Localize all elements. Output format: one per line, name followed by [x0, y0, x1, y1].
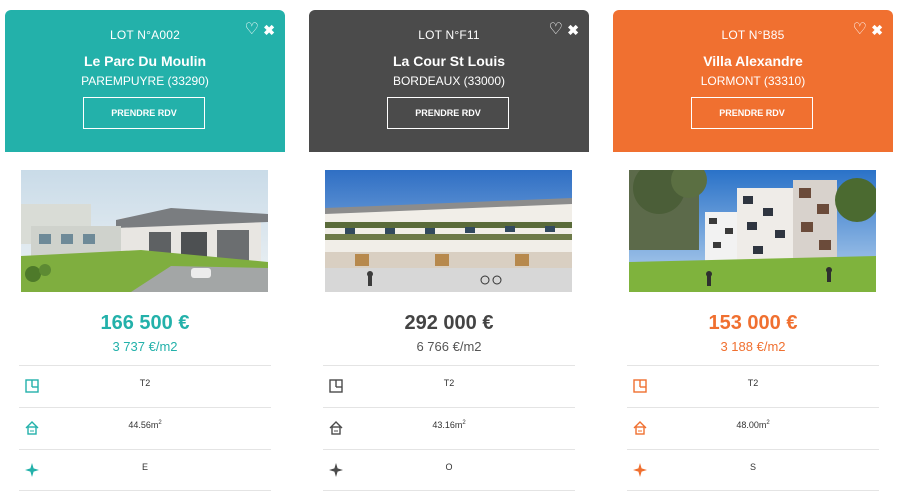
typology-row: T2 — [323, 365, 575, 406]
heart-outline-icon[interactable]: ♡ — [245, 22, 259, 38]
typology-value: T2 — [747, 378, 759, 388]
heart-outline-icon[interactable]: ♡ — [853, 22, 867, 38]
lot-card: LOT N°B85 ♡ ✖ Villa Alexandre LORMONT (3… — [613, 0, 893, 500]
property-photo[interactable] — [325, 170, 572, 292]
lot-price: 292 000 € — [404, 312, 494, 334]
orientation-value: S — [749, 462, 756, 472]
program-name: La Cour St Louis — [393, 53, 505, 69]
price-per-m2: 3 188 €/m2 — [720, 339, 786, 354]
program-city: LORMONT (33310) — [700, 74, 806, 88]
orientation-value: O — [445, 462, 453, 472]
lot-card: LOT N°A002 ♡ ✖ Le Parc Du Moulin PAREMPU… — [5, 0, 285, 500]
program-name: Le Parc Du Moulin — [83, 53, 207, 69]
surface-row: 44.56m2 — [19, 407, 271, 448]
typology-value: T2 — [443, 378, 455, 388]
surface-value: 43.16m2 — [432, 420, 466, 430]
typology-row: T2 — [19, 365, 271, 406]
property-photo[interactable] — [629, 170, 876, 292]
lot-number: LOT N°A002 — [110, 28, 180, 42]
program-name: Villa Alexandre — [703, 53, 803, 69]
book-appointment-button[interactable]: PRENDRE RDV — [691, 97, 813, 129]
lot-price: 153 000 € — [708, 312, 798, 334]
typology-row: T2 — [627, 365, 879, 406]
lot-number: LOT N°F11 — [418, 28, 480, 42]
lot-comparison: LOT N°A002 ♡ ✖ Le Parc Du Moulin PAREMPU… — [0, 0, 900, 500]
orientation-row: O — [323, 449, 575, 491]
price-per-m2: 3 737 €/m2 — [112, 339, 178, 354]
close-icon[interactable]: ✖ — [871, 22, 883, 38]
orientation-value: E — [141, 462, 148, 472]
book-appointment-button[interactable]: PRENDRE RDV — [83, 97, 205, 129]
program-city: PAREMPUYRE (33290) — [81, 74, 209, 88]
book-appointment-button[interactable]: PRENDRE RDV — [387, 97, 509, 129]
price-per-m2: 6 766 €/m2 — [416, 339, 482, 354]
lot-card: LOT N°F11 ♡ ✖ La Cour St Louis BORDEAUX … — [309, 0, 589, 500]
surface-value: 44.56m2 — [128, 420, 162, 430]
program-city: BORDEAUX (33000) — [392, 74, 506, 88]
surface-row: 48.00m2 — [627, 407, 879, 448]
surface-row: 43.16m2 — [323, 407, 575, 448]
close-icon[interactable]: ✖ — [567, 22, 579, 38]
orientation-row: E — [19, 449, 271, 491]
card-header: LOT N°F11 ♡ ✖ La Cour St Louis BORDEAUX … — [309, 10, 589, 152]
close-icon[interactable]: ✖ — [263, 22, 275, 38]
lot-number: LOT N°B85 — [721, 28, 785, 42]
card-header: LOT N°A002 ♡ ✖ Le Parc Du Moulin PAREMPU… — [5, 10, 285, 152]
orientation-row: S — [627, 449, 879, 491]
lot-price: 166 500 € — [100, 312, 190, 334]
surface-value: 48.00m2 — [736, 420, 770, 430]
typology-value: T2 — [139, 378, 151, 388]
heart-outline-icon[interactable]: ♡ — [549, 22, 563, 38]
property-photo[interactable] — [21, 170, 268, 292]
card-header: LOT N°B85 ♡ ✖ Villa Alexandre LORMONT (3… — [613, 10, 893, 152]
